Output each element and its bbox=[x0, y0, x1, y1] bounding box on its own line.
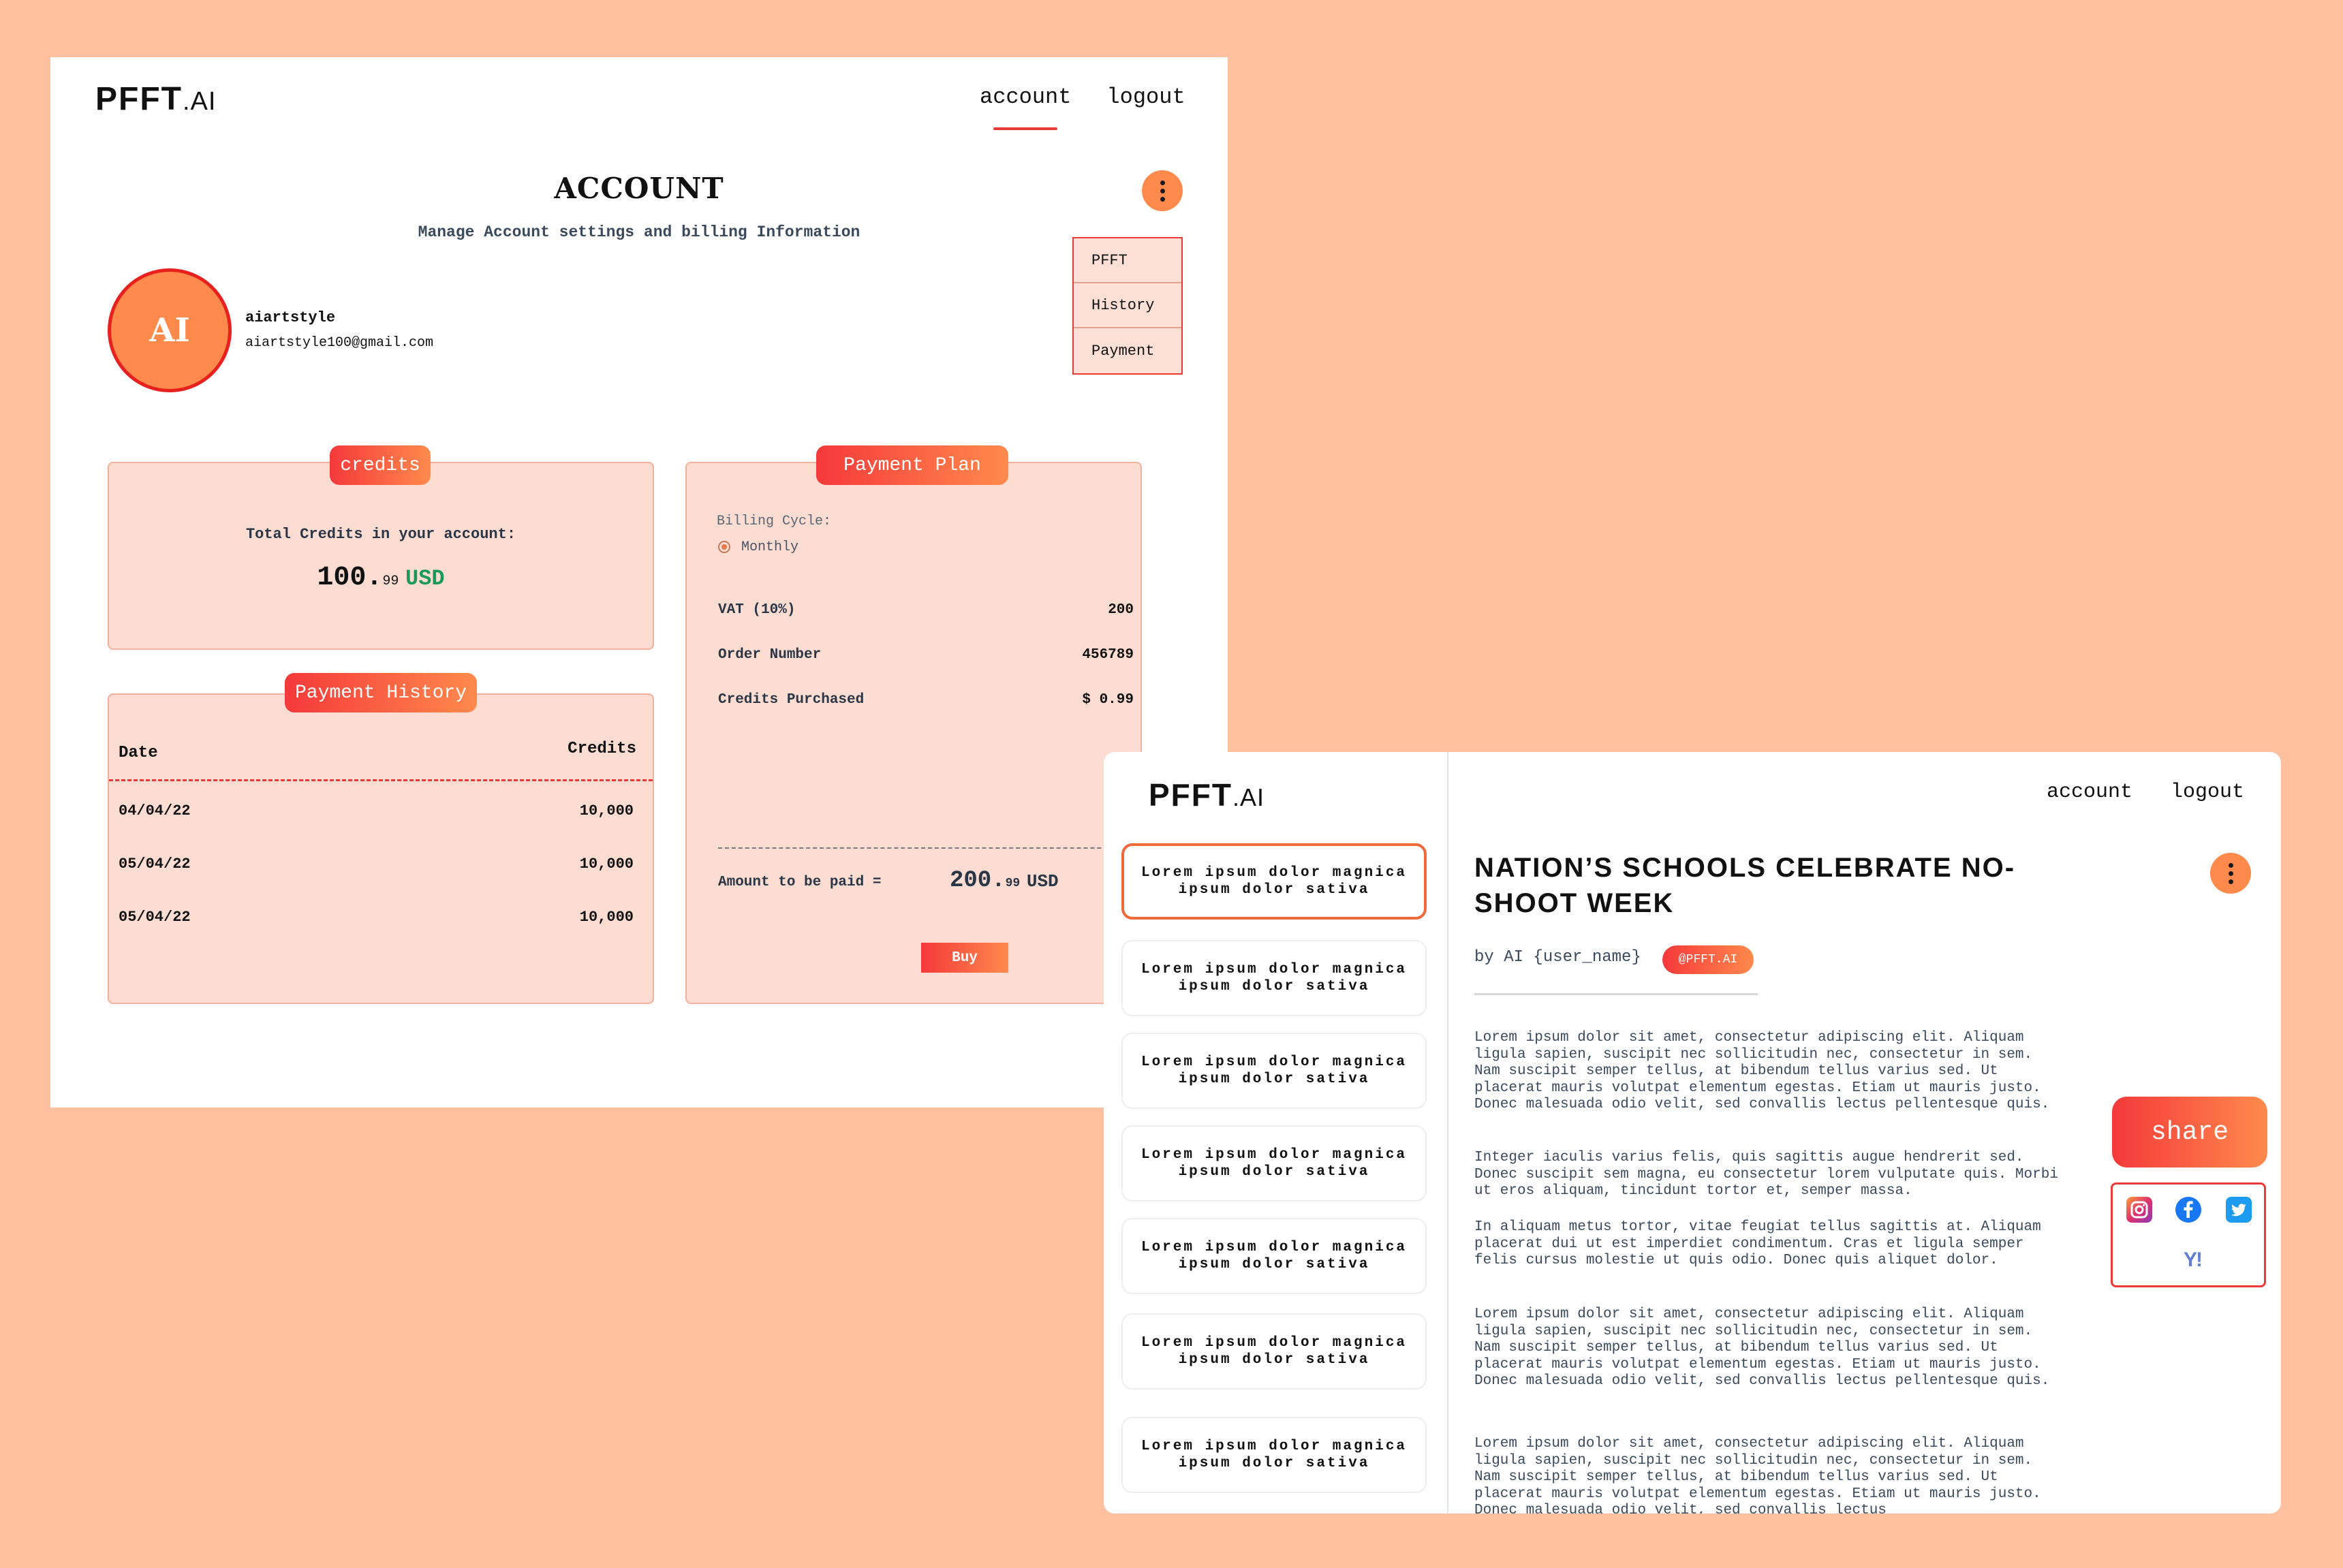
article-byline: by AI {user_name} bbox=[1474, 948, 1641, 967]
logo[interactable]: PFFT.AI bbox=[95, 80, 216, 118]
credits-pill: credits bbox=[330, 445, 431, 485]
account-window: PFFT.AI account logout ACCOUNT Manage Ac… bbox=[50, 57, 1228, 1108]
top-nav: account logout bbox=[2047, 781, 2244, 804]
list-item[interactable]: Lorem ipsum dolor magnica ipsum dolor sa… bbox=[1121, 1417, 1427, 1493]
sidebar-divider bbox=[1447, 752, 1448, 1514]
article-paragraph: Lorem ipsum dolor sit amet, consectetur … bbox=[1474, 1030, 2050, 1112]
page-title: ACCOUNT bbox=[554, 172, 724, 205]
credits-amount: 100.99 USD bbox=[317, 563, 445, 593]
monthly-radio-label[interactable]: Monthly bbox=[741, 539, 798, 555]
col-header-date: Date bbox=[119, 744, 158, 762]
facebook-icon[interactable] bbox=[2175, 1197, 2201, 1223]
buy-button[interactable]: Buy bbox=[921, 943, 1008, 973]
article-paragraph: Lorem ipsum dolor sit amet, consectetur … bbox=[1474, 1306, 2050, 1389]
article-paragraph: In aliquam metus tortor, vitae feugiat t… bbox=[1474, 1219, 2041, 1268]
monthly-radio[interactable] bbox=[718, 541, 730, 553]
more-options-icon[interactable] bbox=[1142, 170, 1183, 211]
username: aiartstyle bbox=[245, 309, 336, 326]
active-underline bbox=[993, 127, 1058, 130]
yahoo-icon[interactable]: Y! bbox=[2175, 1247, 2209, 1273]
list-item[interactable]: Lorem ipsum dolor magnica ipsum dolor sa… bbox=[1121, 940, 1427, 1016]
nav-account-link[interactable]: account bbox=[2047, 781, 2132, 804]
article-paragraph: Lorem ipsum dolor sit amet, consectetur … bbox=[1474, 1436, 2041, 1514]
article-title: NATION’S SCHOOLS CELEBRATE NO-SHOOT WEEK bbox=[1474, 853, 2016, 918]
logo[interactable]: PFFT.AI bbox=[1149, 777, 1264, 813]
list-item[interactable]: Lorem ipsum dolor magnica ipsum dolor sa… bbox=[1121, 1125, 1427, 1202]
top-nav: account logout bbox=[980, 84, 1185, 130]
table-divider bbox=[109, 779, 653, 781]
page-subtitle: Manage Account settings and billing Info… bbox=[418, 223, 860, 241]
social-share-box: Y! bbox=[2111, 1182, 2266, 1287]
twitter-icon[interactable] bbox=[2226, 1197, 2252, 1223]
table-row: 05/04/22 10,000 bbox=[119, 856, 634, 873]
author-tag[interactable]: @PFFT.AI bbox=[1662, 945, 1754, 974]
article-paragraph: Integer iaculis varius felis, quis sagit… bbox=[1474, 1150, 2058, 1199]
menu-item-pfft[interactable]: PFFT bbox=[1074, 238, 1181, 283]
instagram-icon[interactable] bbox=[2126, 1197, 2152, 1223]
plan-row-order: Order Number 456789 bbox=[718, 647, 1134, 663]
payment-history-pill: Payment History bbox=[285, 673, 477, 712]
user-email: aiartstyle100@gmail.com bbox=[245, 335, 434, 351]
list-item[interactable]: Lorem ipsum dolor magnica ipsum dolor sa… bbox=[1121, 1313, 1427, 1390]
menu-item-history[interactable]: History bbox=[1074, 283, 1181, 328]
billing-cycle-label: Billing Cycle: bbox=[717, 514, 832, 529]
plan-row-credits: Credits Purchased $ 0.99 bbox=[718, 692, 1134, 708]
options-menu: PFFT History Payment bbox=[1072, 237, 1183, 375]
plan-divider bbox=[718, 847, 1135, 849]
list-item[interactable]: Lorem ipsum dolor magnica ipsum dolor sa… bbox=[1121, 843, 1427, 920]
nav-account-link[interactable]: account bbox=[980, 84, 1071, 130]
menu-item-payment[interactable]: Payment bbox=[1074, 328, 1181, 373]
col-header-credits: Credits bbox=[568, 740, 636, 758]
credits-card bbox=[108, 462, 654, 650]
article-window: PFFT.AI account logout Lorem ipsum dolor… bbox=[1104, 752, 2281, 1514]
list-item[interactable]: Lorem ipsum dolor magnica ipsum dolor sa… bbox=[1121, 1033, 1427, 1109]
table-row: 05/04/22 10,000 bbox=[119, 909, 634, 926]
table-row: 04/04/22 10,000 bbox=[119, 802, 634, 819]
credits-label: Total Credits in your account: bbox=[245, 526, 516, 543]
more-options-icon[interactable] bbox=[2210, 853, 2251, 894]
plan-row-vat: VAT (10%) 200 bbox=[718, 602, 1134, 618]
amount-label: Amount to be paid = bbox=[718, 875, 882, 890]
payment-plan-pill: Payment Plan bbox=[816, 445, 1008, 485]
nav-logout-link[interactable]: logout bbox=[2171, 781, 2244, 804]
share-button[interactable]: share bbox=[2112, 1097, 2267, 1167]
amount-value: 200.99 USD bbox=[950, 868, 1059, 894]
avatar[interactable]: AI bbox=[108, 268, 232, 392]
byline-divider bbox=[1474, 993, 1758, 995]
nav-logout-link[interactable]: logout bbox=[1106, 84, 1185, 110]
list-item[interactable]: Lorem ipsum dolor magnica ipsum dolor sa… bbox=[1121, 1218, 1427, 1294]
